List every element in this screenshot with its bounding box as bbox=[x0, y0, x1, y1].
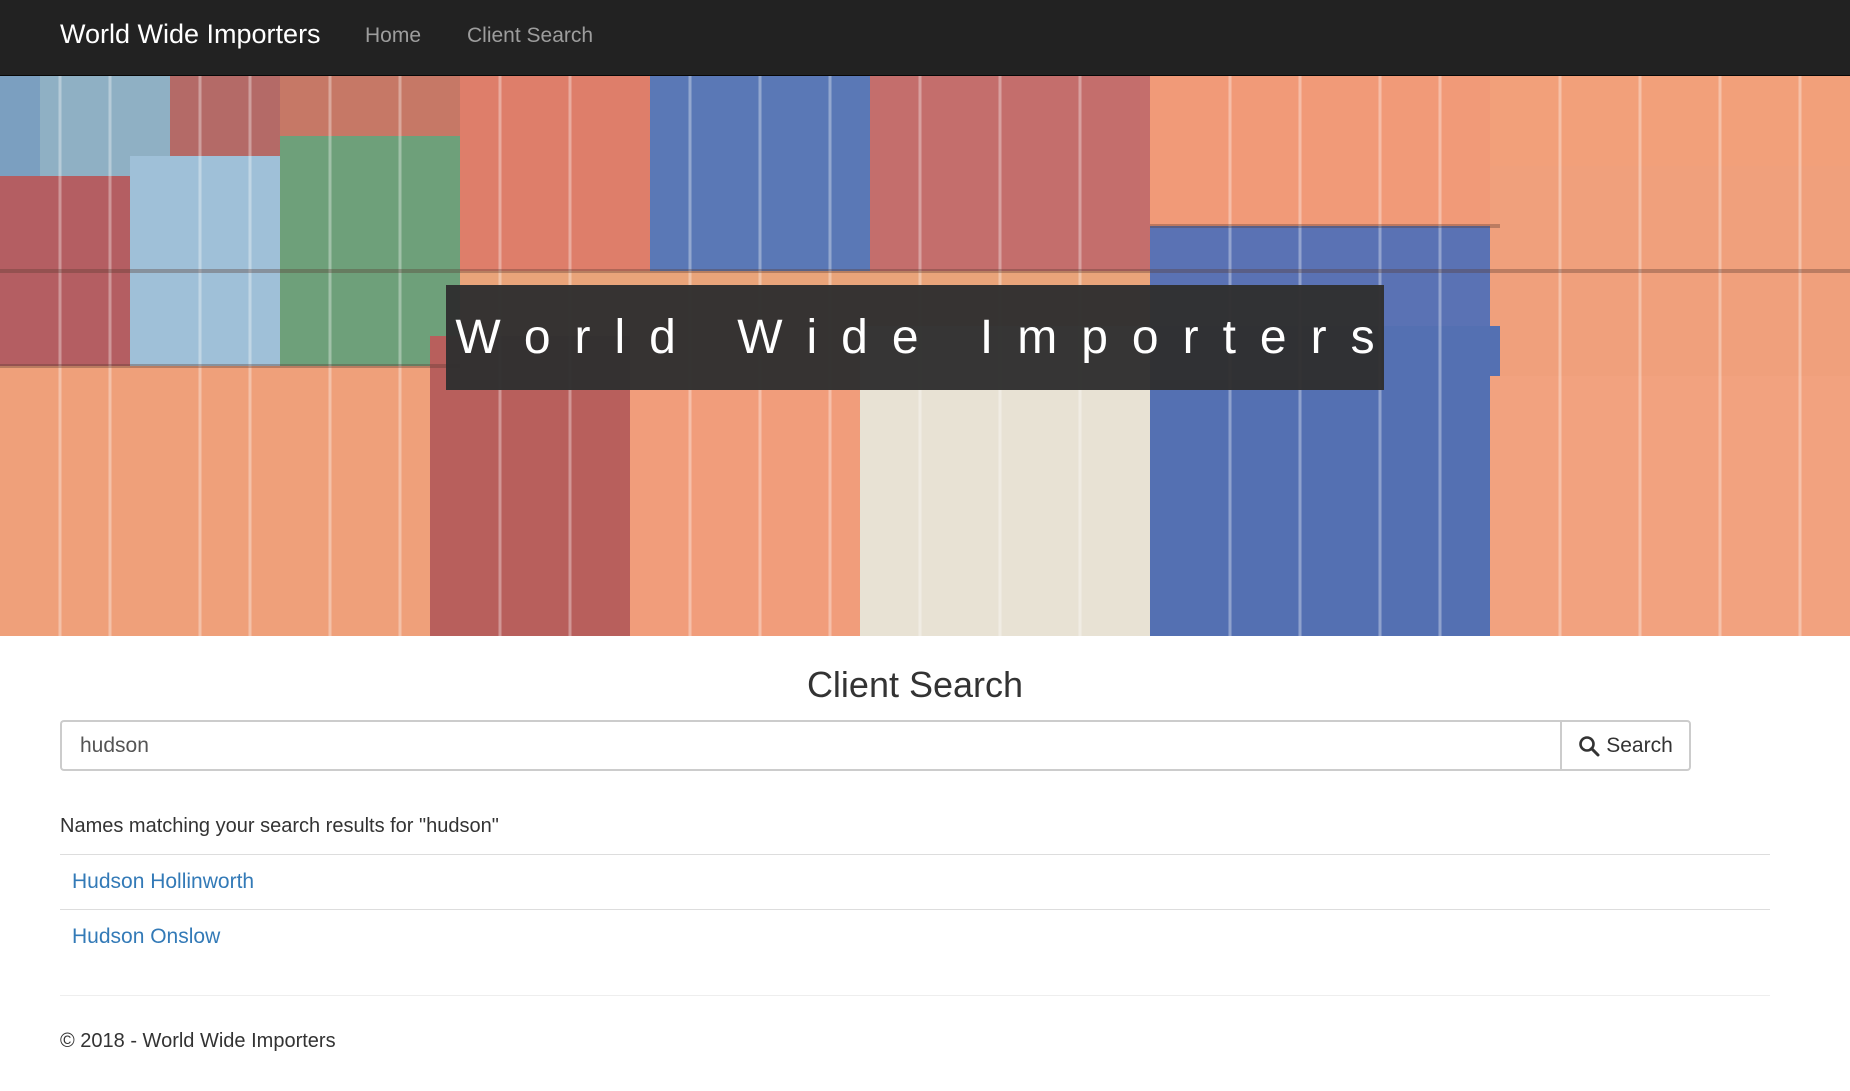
list-item: Hudson Hollinworth bbox=[60, 854, 1770, 909]
nav-client-search-link[interactable]: Client Search bbox=[467, 24, 593, 48]
footer-copyright: © 2018 - World Wide Importers bbox=[60, 1030, 336, 1052]
client-result-link[interactable]: Hudson Hollinworth bbox=[72, 870, 254, 894]
navbar: World Wide Importers Home Client Search bbox=[0, 0, 1850, 76]
nav-home-link[interactable]: Home bbox=[365, 24, 421, 48]
page-title: Client Search bbox=[806, 664, 1024, 705]
search-icon bbox=[1578, 735, 1600, 757]
results-list: Hudson Hollinworth Hudson Onslow bbox=[60, 854, 1770, 964]
search-button[interactable]: Search bbox=[1560, 720, 1691, 771]
search-button-label: Search bbox=[1606, 733, 1673, 757]
list-item: Hudson Onslow bbox=[60, 909, 1770, 964]
hero-banner: World Wide Importers bbox=[0, 76, 1850, 636]
search-input[interactable] bbox=[60, 720, 1560, 771]
hero-title: World Wide Importers bbox=[446, 285, 1384, 390]
footer-divider bbox=[60, 995, 1770, 996]
brand-link[interactable]: World Wide Importers bbox=[60, 19, 321, 50]
client-result-link[interactable]: Hudson Onslow bbox=[72, 925, 220, 949]
results-caption: Names matching your search results for "… bbox=[60, 815, 499, 837]
